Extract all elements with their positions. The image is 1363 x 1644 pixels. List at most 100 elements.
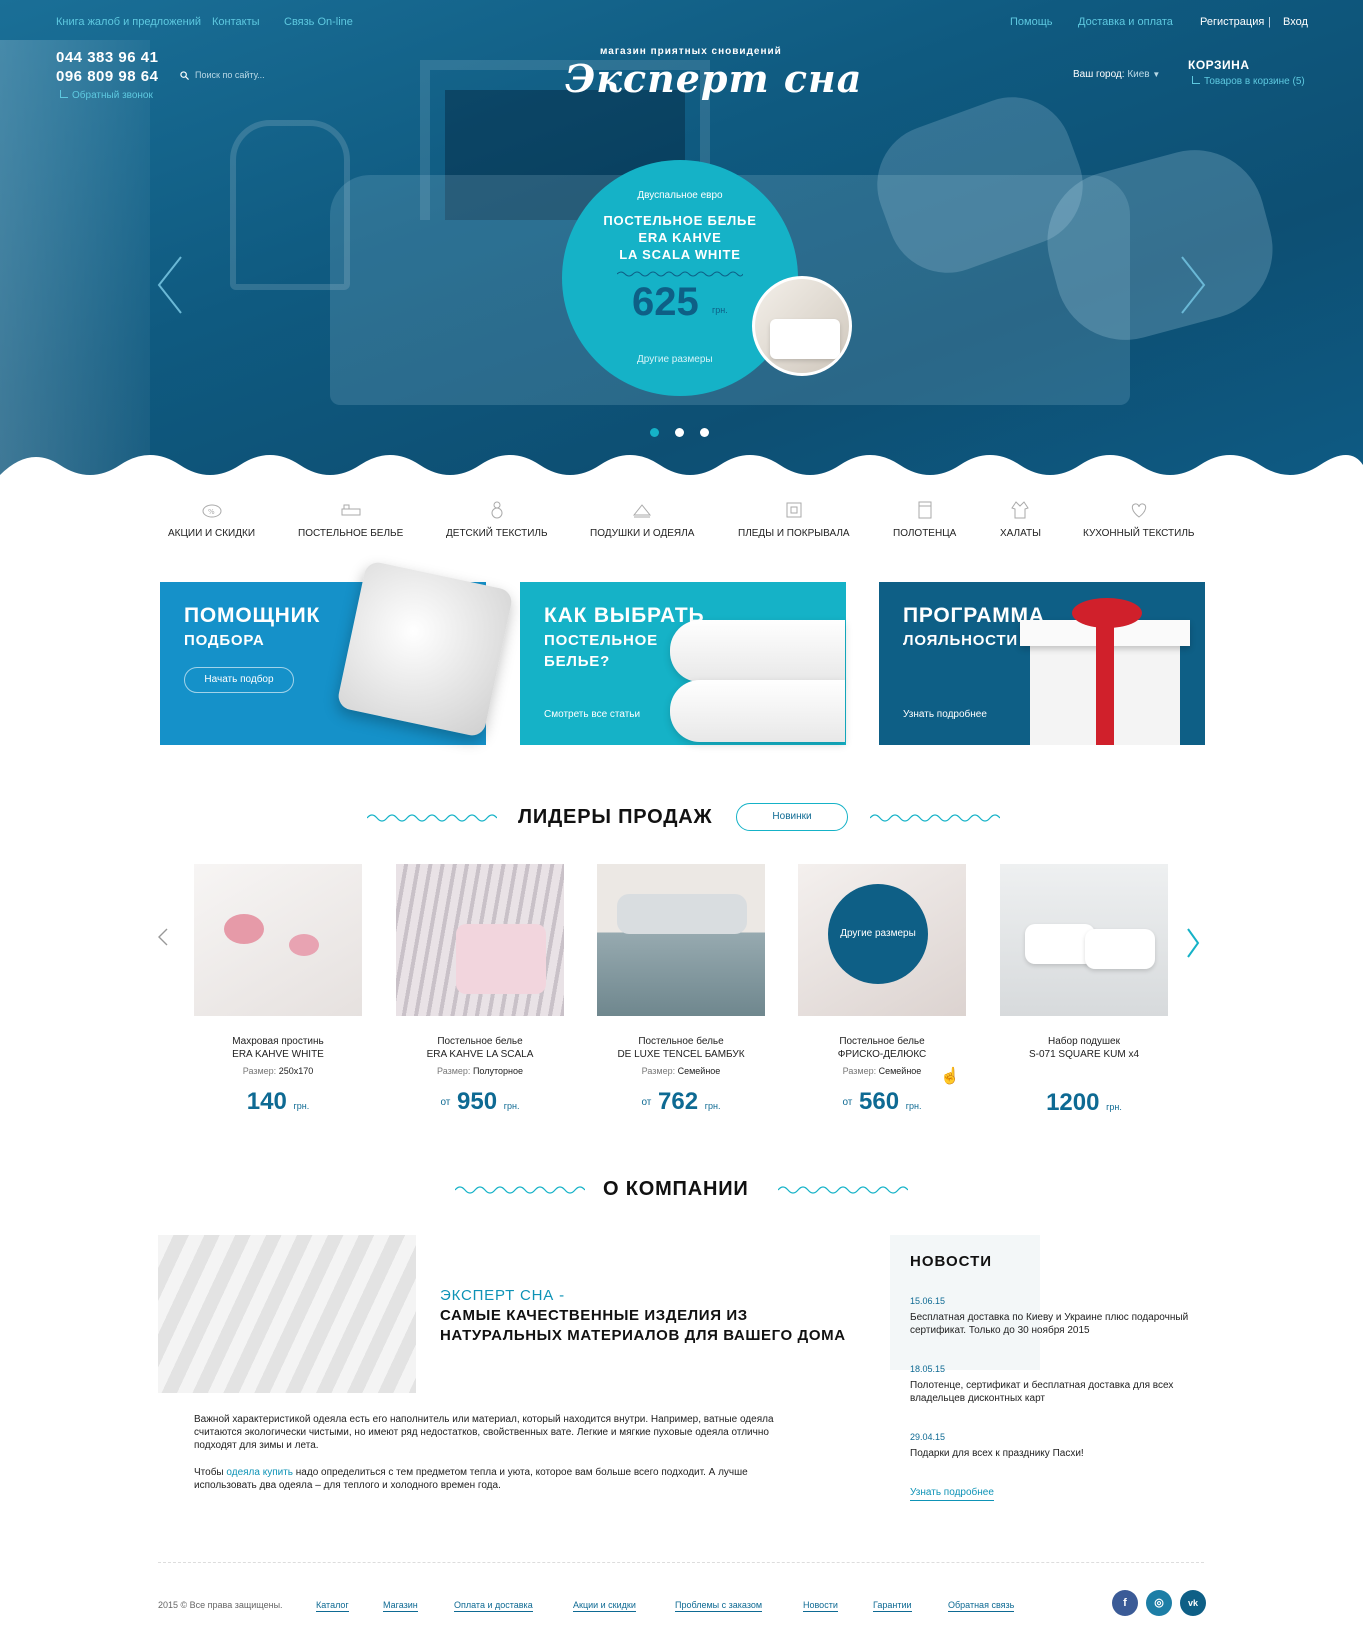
news-more-link[interactable]: Узнать подробнее <box>910 1487 994 1501</box>
footer-link-payment-delivery[interactable]: Оплата и доставка <box>454 1600 533 1612</box>
banner-subtitle-line: БЕЛЬЕ? <box>544 653 611 670</box>
category-plaids[interactable]: ПЛЕДЫ И ПОКРЫВАЛА <box>738 500 850 539</box>
wave-ornament-icon <box>367 814 497 822</box>
product-image[interactable] <box>194 864 362 1016</box>
product-name-line1: Махровая простинь <box>232 1036 324 1047</box>
footer-divider <box>158 1562 1204 1563</box>
slide-product-name: ПОСТЕЛЬНОЕ БЕЛЬЕ ERA KAHVE LA SCALA WHIT… <box>562 212 798 263</box>
footer-link-shop[interactable]: Магазин <box>383 1600 418 1612</box>
wave-ornament-icon <box>617 271 743 277</box>
instagram-icon[interactable]: ◎ <box>1146 1590 1172 1616</box>
product-image[interactable]: Другие размеры <box>798 864 966 1016</box>
slider-next-arrow-icon[interactable] <box>1178 255 1208 315</box>
category-discounts[interactable]: % АКЦИИ И СКИДКИ <box>168 500 255 539</box>
new-arrivals-button[interactable]: Новинки <box>736 803 848 831</box>
news-item[interactable]: 15.06.15 Бесплатная доставка по Киеву и … <box>910 1296 1210 1337</box>
category-towels[interactable]: ПОЛОТЕНЦА <box>893 500 956 539</box>
slider-dot[interactable] <box>675 428 684 437</box>
help-link[interactable]: Помощь <box>1010 16 1053 28</box>
footer-link-catalog[interactable]: Каталог <box>316 1600 349 1612</box>
product-price: от 560 грн. <box>798 1088 966 1116</box>
pillows-image <box>670 600 845 742</box>
product-image[interactable] <box>597 864 765 1016</box>
footer-link-feedback[interactable]: Обратная связь <box>948 1600 1015 1612</box>
category-label: КУХОННЫЙ ТЕКСТИЛЬ <box>1083 528 1195 539</box>
category-robes[interactable]: ХАЛАТЫ <box>1000 500 1041 539</box>
product-card[interactable]: Постельное белье ERA KAHVE LA SCALA Разм… <box>396 864 564 1116</box>
product-price: от 762 грн. <box>597 1088 765 1116</box>
news-item[interactable]: 29.04.15 Подарки для всех к празднику Па… <box>910 1432 1210 1460</box>
buy-blankets-link[interactable]: одеяла купить <box>226 1467 293 1478</box>
product-image[interactable] <box>1000 864 1168 1016</box>
facebook-icon[interactable]: f <box>1112 1590 1138 1616</box>
slider-prev-arrow-icon[interactable] <box>155 255 185 315</box>
cart-title[interactable]: КОРЗИНА <box>1188 58 1249 72</box>
price-currency: грн. <box>704 1101 721 1111</box>
contacts-link[interactable]: Контакты <box>212 16 260 28</box>
hero-wave-divider <box>0 455 1363 495</box>
size-label: Размер: <box>641 1066 676 1076</box>
city-selector[interactable]: Ваш город: Киев ▼ <box>1073 69 1160 80</box>
product-price: 140 грн. <box>194 1088 362 1116</box>
all-articles-link[interactable]: Смотреть все статьи <box>544 709 640 720</box>
start-selection-button[interactable]: Начать подбор <box>184 667 294 693</box>
phone-number-2[interactable]: 096 809 98 64 <box>56 68 158 85</box>
news-item[interactable]: 18.05.15 Полотенце, сертификат и бесплат… <box>910 1364 1210 1405</box>
callback-link[interactable]: Обратный звонок <box>60 90 153 101</box>
product-name-line2: ERA KAHVE WHITE <box>232 1049 324 1060</box>
product-price: от 950 грн. <box>396 1088 564 1116</box>
price-value: 1200 <box>1046 1089 1100 1116</box>
pillow-shape <box>670 680 845 742</box>
product-card[interactable]: Набор подушек S-071 SQUARE KUM x4 1200 г… <box>1000 864 1168 1117</box>
slide-promo-circle[interactable]: Двуспальное евро ПОСТЕЛЬНОЕ БЕЛЬЕ ERA KA… <box>562 160 798 396</box>
footer-link-order-problems[interactable]: Проблемы с заказом <box>675 1600 763 1612</box>
other-sizes-overlay[interactable]: Другие размеры <box>828 884 928 984</box>
slide-product-thumbnail[interactable] <box>752 276 852 376</box>
carousel-prev-arrow-icon[interactable] <box>158 928 168 946</box>
site-logo[interactable]: Эксперт сна <box>565 56 862 101</box>
banner-subtitle: ПОСТЕЛЬНОЕ БЕЛЬЕ? <box>544 630 658 672</box>
category-label: ХАЛАТЫ <box>1000 528 1041 539</box>
category-kitchen-textile[interactable]: КУХОННЫЙ ТЕКСТИЛЬ <box>1083 500 1194 539</box>
copyright: 2015 © Все права защищены. <box>158 1600 283 1610</box>
category-pillows-blankets[interactable]: ПОДУШКИ И ОДЕЯЛА <box>590 500 694 539</box>
news-text: Подарки для всех к празднику Пасхи! <box>910 1448 1084 1459</box>
topbar-separator: | <box>1268 16 1271 28</box>
product-image[interactable] <box>396 864 564 1016</box>
price-value: 560 <box>859 1088 900 1115</box>
about-image <box>158 1235 416 1393</box>
footer-link-discounts[interactable]: Акции и скидки <box>573 1600 636 1612</box>
cart-items-label: Товаров в корзине (5) <box>1204 76 1305 87</box>
online-chat-link[interactable]: Связь On-line <box>284 16 353 28</box>
product-price: 1200 грн. <box>1000 1089 1168 1117</box>
product-card[interactable]: Постельное белье DE LUXE TENCEL БАМБУК Р… <box>597 864 765 1116</box>
search-field[interactable]: Поиск по сайту... <box>180 70 265 80</box>
slider-dot[interactable] <box>650 428 659 437</box>
vk-icon[interactable]: vk <box>1180 1590 1206 1616</box>
phone-number-1[interactable]: 044 383 96 41 <box>56 49 158 66</box>
baby-icon <box>491 501 503 519</box>
search-icon <box>180 70 189 80</box>
price-from: от <box>641 1097 652 1109</box>
slider-dot[interactable] <box>700 428 709 437</box>
login-link[interactable]: Вход <box>1283 16 1308 28</box>
delivery-link[interactable]: Доставка и оплата <box>1078 16 1173 28</box>
carousel-next-arrow-icon[interactable] <box>1186 928 1200 958</box>
product-card[interactable]: Махровая простинь ERA KAHVE WHITE Размер… <box>194 864 362 1116</box>
category-bedding[interactable]: ПОСТЕЛЬНОЕ БЕЛЬЕ <box>298 500 403 539</box>
size-label: Размер: <box>242 1066 277 1076</box>
slide-other-sizes-link[interactable]: Другие размеры <box>637 354 713 365</box>
footer-link-guarantees[interactable]: Гарантии <box>873 1600 912 1612</box>
pillow-icon <box>633 504 652 518</box>
category-label: АКЦИИ И СКИДКИ <box>168 528 256 539</box>
size-label: Размер: <box>842 1066 877 1076</box>
product-name-line2: DE LUXE TENCEL БАМБУК <box>617 1049 745 1060</box>
learn-more-link[interactable]: Узнать подробнее <box>903 709 987 720</box>
size-label: Размер: <box>437 1066 471 1076</box>
footer-link-news[interactable]: Новости <box>803 1600 838 1612</box>
complaints-link[interactable]: Книга жалоб и предложений <box>56 16 201 28</box>
register-link[interactable]: Регистрация <box>1200 16 1264 28</box>
slide-currency: грн. <box>712 305 728 315</box>
cart-items-link[interactable]: Товаров в корзине (5) <box>1192 76 1305 87</box>
category-kids-textile[interactable]: ДЕТСКИЙ ТЕКСТИЛЬ <box>446 500 548 539</box>
